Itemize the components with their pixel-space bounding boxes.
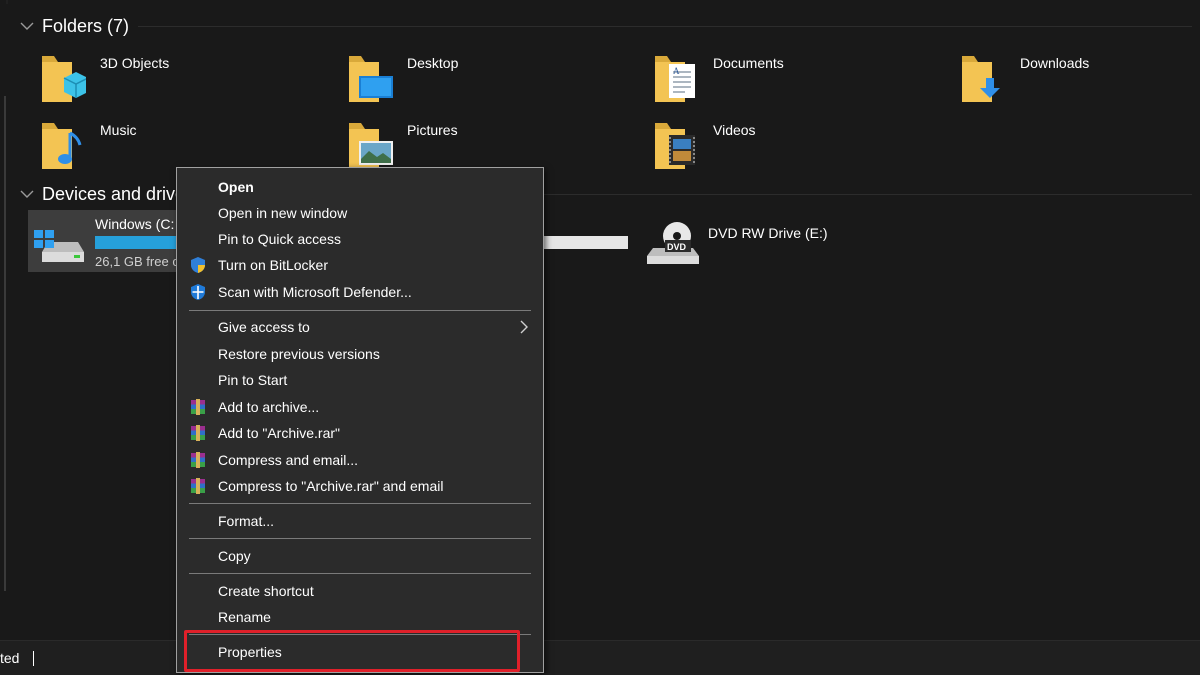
menu-item-scan-with-defender[interactable]: Scan with Microsoft Defender... (177, 279, 543, 305)
menu-item-compress-to-archive-rar-and-email[interactable]: Compress to "Archive.rar" and email (177, 473, 543, 499)
pictures-folder-icon (349, 123, 393, 169)
folder-label: Music (100, 122, 137, 138)
menu-item-label: Open in new window (218, 205, 348, 221)
folder-label: Documents (713, 55, 784, 71)
menu-item-open-in-new-window[interactable]: Open in new window (177, 200, 543, 226)
menu-item-rename[interactable]: Rename (177, 604, 543, 630)
dvd-drive-icon: DVD (647, 222, 699, 264)
devices-group-header[interactable]: Devices and drive (20, 180, 185, 208)
folder-label: 3D Objects (100, 55, 170, 71)
documents-folder-icon: A (655, 56, 695, 102)
menu-item-open[interactable]: Open (177, 174, 543, 200)
drive-free-space: 26,1 GB free c (95, 254, 179, 269)
menu-item-label: Compress and email... (218, 452, 359, 468)
menu-item-label: Compress to "Archive.rar" and email (218, 478, 444, 494)
menu-item-label: Give access to (218, 319, 310, 335)
menu-item-pin-to-quick-access[interactable]: Pin to Quick access (177, 226, 543, 252)
status-text: ted (0, 650, 20, 666)
navigation-pane-edge (0, 0, 6, 640)
windows-drive-icon (34, 230, 84, 262)
menu-item-label: Add to "Archive.rar" (218, 425, 340, 441)
properties-highlight-box (184, 630, 520, 672)
music-folder-icon (42, 123, 82, 169)
winrar-icon (191, 399, 205, 415)
chevron-down-icon (20, 22, 34, 30)
3d-objects-folder-icon (42, 56, 86, 102)
menu-item-copy[interactable]: Copy (177, 543, 543, 569)
menu-item-label: Format... (218, 513, 275, 529)
menu-item-label: Scan with Microsoft Defender... (218, 284, 412, 300)
group-divider (544, 194, 1192, 195)
menu-separator (189, 310, 531, 311)
devices-group-label: Devices and drive (42, 183, 186, 204)
menu-item-label: Rename (218, 609, 271, 625)
downloads-folder-icon (962, 56, 1000, 102)
menu-item-give-access-to[interactable]: Give access to (177, 314, 543, 340)
menu-item-label: Create shortcut (218, 583, 314, 599)
defender-shield-icon (191, 284, 205, 300)
status-separator (33, 651, 34, 666)
scrollbar[interactable] (4, 96, 6, 591)
winrar-icon (191, 425, 205, 441)
folder-tile-videos[interactable]: Videos (651, 119, 951, 179)
svg-text:DVD: DVD (667, 242, 687, 252)
menu-item-label: Pin to Quick access (218, 231, 341, 247)
folder-label: Videos (713, 122, 756, 138)
drive-label: DVD RW Drive (E:) (708, 225, 828, 241)
menu-item-add-to-archive[interactable]: Add to archive... (177, 394, 543, 420)
folder-tile-documents[interactable]: A Documents (651, 52, 951, 112)
drive-label: Windows (C: (95, 216, 175, 232)
group-divider (138, 26, 1192, 27)
chevron-down-icon (20, 190, 34, 198)
menu-item-format[interactable]: Format... (177, 508, 543, 534)
menu-item-label: Turn on BitLocker (218, 257, 328, 273)
folder-label: Downloads (1020, 55, 1090, 71)
folder-tile-3d-objects[interactable]: 3D Objects (38, 52, 338, 112)
folder-tile-downloads[interactable]: Downloads (958, 52, 1200, 112)
menu-item-label: Open (218, 179, 254, 195)
drive-usage-bar-remainder (543, 236, 628, 249)
videos-folder-icon (655, 123, 695, 169)
menu-item-turn-on-bitlocker[interactable]: Turn on BitLocker (177, 252, 543, 278)
desktop-folder-icon (349, 56, 393, 102)
menu-separator (189, 503, 531, 504)
folders-group-label: Folders (7) (42, 15, 130, 36)
menu-item-create-shortcut[interactable]: Create shortcut (177, 578, 543, 604)
winrar-icon (191, 478, 205, 494)
drive-usage-bar (95, 236, 188, 249)
svg-text:A: A (673, 66, 680, 76)
menu-item-pin-to-start[interactable]: Pin to Start (177, 367, 543, 393)
menu-item-label: Add to archive... (218, 399, 320, 415)
uac-shield-icon (191, 257, 205, 273)
menu-item-label: Pin to Start (218, 372, 288, 388)
context-menu: Open Open in new window Pin to Quick acc… (176, 167, 544, 673)
drive-tile-windows-c[interactable]: Windows (C: 26,1 GB free c (28, 210, 188, 272)
folder-label: Pictures (407, 122, 458, 138)
menu-item-label: Copy (218, 548, 251, 564)
winrar-icon (191, 452, 205, 468)
menu-separator (189, 538, 531, 539)
folders-group-header[interactable]: Folders (7) (20, 12, 129, 40)
menu-item-restore-previous-versions[interactable]: Restore previous versions (177, 341, 543, 367)
folder-label: Desktop (407, 55, 459, 71)
menu-item-add-to-archive-rar[interactable]: Add to "Archive.rar" (177, 420, 543, 446)
menu-item-compress-and-email[interactable]: Compress and email... (177, 447, 543, 473)
chevron-right-icon (520, 320, 528, 334)
folder-tile-desktop[interactable]: Desktop (345, 52, 645, 112)
drive-tile-dvd-e[interactable]: DVD DVD RW Drive (E:) (645, 218, 945, 278)
menu-item-label: Restore previous versions (218, 346, 380, 362)
menu-separator (189, 573, 531, 574)
